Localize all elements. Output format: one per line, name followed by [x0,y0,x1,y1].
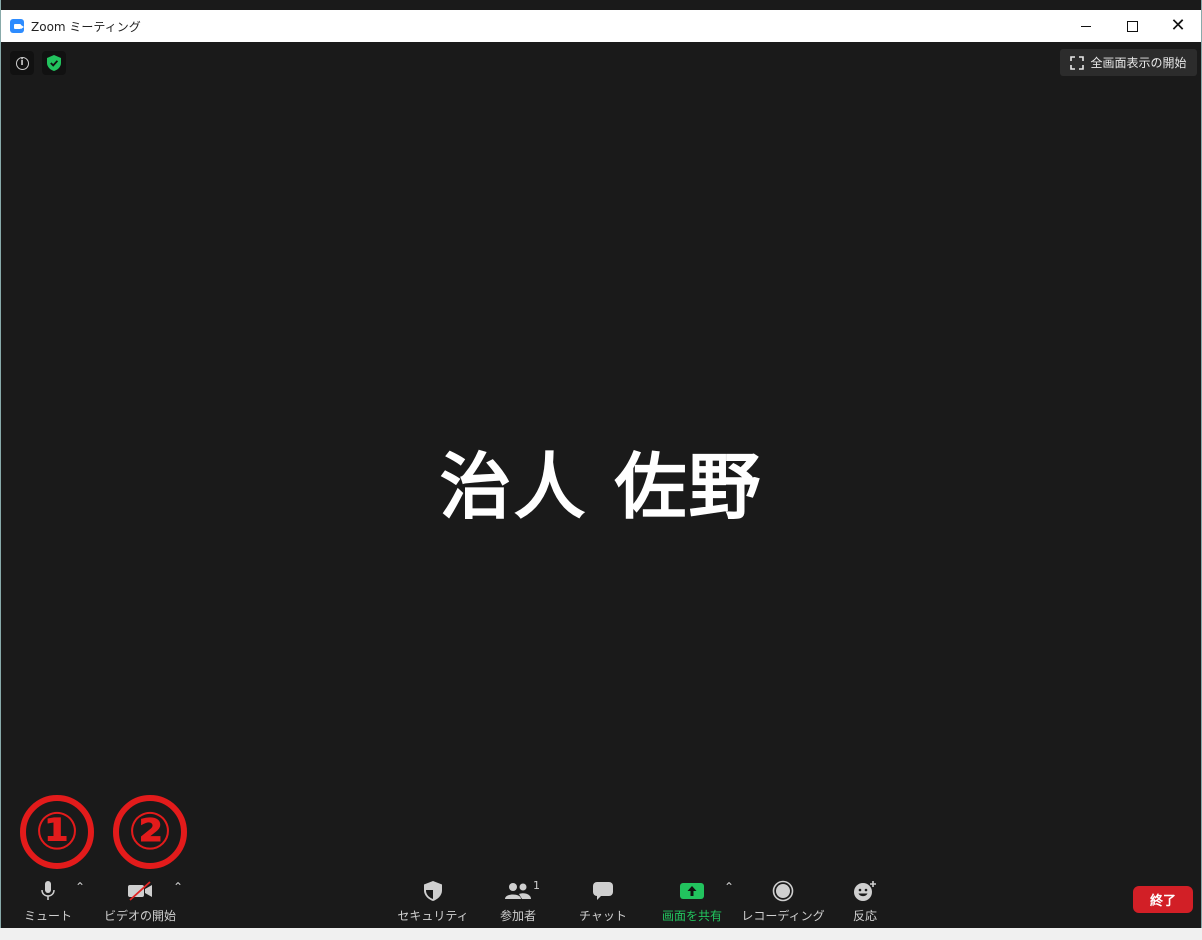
background-strip-bottom [0,928,1202,940]
microphone-icon [41,881,55,900]
zoom-app-icon [10,19,24,33]
enter-fullscreen-button[interactable]: 全画面表示の開始 [1060,49,1197,76]
meeting-info-button[interactable]: i [10,51,34,75]
participants-button[interactable]: 1 参加者 [493,877,543,925]
video-options-caret[interactable]: ⌃ [173,880,183,894]
security-label: セキュリティ [397,909,469,923]
encryption-shield-button[interactable] [42,51,66,75]
minimize-icon [1081,25,1091,27]
participants-icon [505,883,531,899]
reaction-emoji-icon [854,881,876,901]
maximize-button[interactable] [1109,10,1155,42]
start-video-label: ビデオの開始 [104,909,177,923]
chat-bubble-icon [593,882,613,900]
info-icon: i [15,56,29,70]
fullscreen-icon [1070,55,1085,70]
maximize-icon [1126,20,1138,32]
window-title: Zoom ミーティング [31,19,141,34]
end-meeting-button[interactable]: 終了 [1133,886,1193,913]
security-button[interactable]: セキュリティ [397,877,469,925]
share-screen-icon [680,883,704,899]
reactions-button[interactable]: 反応 [843,877,887,925]
share-screen-label: 画面を共有 [661,909,722,923]
record-icon [772,880,794,902]
reactions-label: 反応 [852,909,877,923]
share-screen-button[interactable]: 画面を共有 [657,877,727,925]
minimize-button[interactable] [1063,10,1109,42]
shield-check-icon [47,55,61,71]
zoom-meeting-window: Zoom ミーティング ✕ i 全画面表示の開始 治人 佐野 ① ② ミュート … [0,0,1202,940]
window-controls: ✕ [1063,10,1201,42]
participants-count: 1 [533,879,540,892]
participant-name: 治人 佐野 [439,445,763,529]
mute-button[interactable]: ミュート [21,877,75,925]
annotation-marker-2: ② [113,795,187,869]
participants-label: 参加者 [499,909,536,923]
fullscreen-label: 全画面表示の開始 [1090,56,1187,70]
title-bar: Zoom ミーティング ✕ [1,10,1201,42]
chat-button[interactable]: チャット [579,877,627,925]
start-video-button[interactable]: ビデオの開始 [104,877,176,925]
annotation-marker-1: ① [20,795,94,869]
record-button[interactable]: レコーディング [741,877,825,925]
mute-label: ミュート [23,909,72,923]
chat-label: チャット [579,909,627,923]
record-label: レコーディング [741,909,825,923]
security-shield-icon [424,881,442,901]
share-options-caret[interactable]: ⌃ [724,880,734,894]
close-button[interactable]: ✕ [1155,10,1201,42]
close-icon: ✕ [1170,15,1186,36]
audio-options-caret[interactable]: ⌃ [75,880,85,894]
video-off-icon [128,881,152,901]
